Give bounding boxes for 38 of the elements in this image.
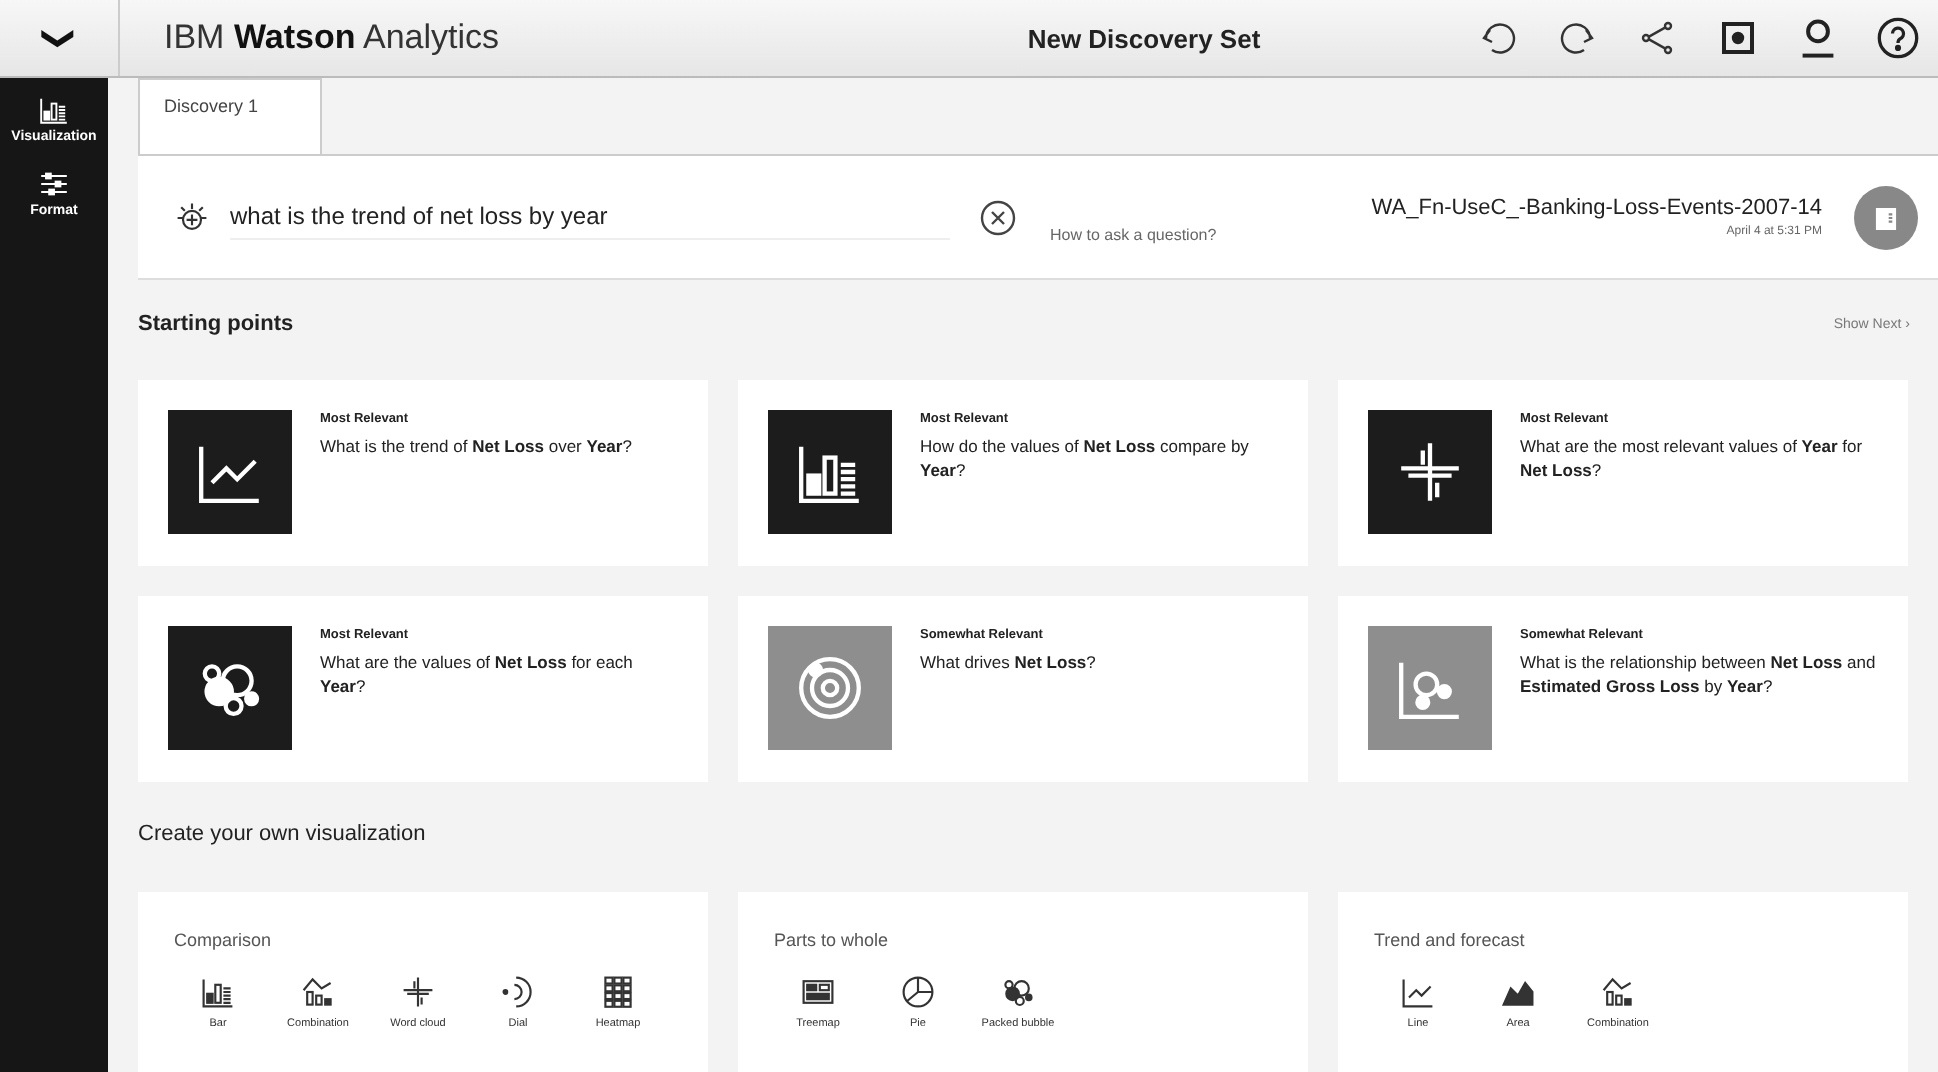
camera-icon xyxy=(1718,18,1758,58)
heatmap-chart-icon xyxy=(600,974,636,1010)
tab[interactable]: Discovery 1 xyxy=(138,78,322,155)
undo-icon xyxy=(1478,18,1518,58)
question-text: What are the values of Net Loss for each Year? xyxy=(320,650,635,700)
combo-chart-icon xyxy=(300,974,336,1010)
bubble-chart-icon xyxy=(1000,974,1036,1010)
dataset-button[interactable] xyxy=(1854,185,1918,250)
group-title: Trend and forecast xyxy=(1374,930,1527,950)
close-icon xyxy=(978,197,1018,238)
share-icon xyxy=(1638,18,1678,58)
dial-chart-icon xyxy=(500,974,536,1010)
treemap-chart-icon xyxy=(800,974,836,1010)
line-chart-icon xyxy=(1400,974,1436,1010)
combo-chart-icon xyxy=(1600,974,1636,1010)
question-text: What is the relationship between Net Loss and Estimated Gross Loss by Year? xyxy=(1520,650,1878,700)
question-field[interactable]: what is the trend of net loss by year xyxy=(230,194,950,241)
dataset-name: WA_Fn-UseC_-Banking-Loss-Events-2007-14 xyxy=(1371,196,1822,221)
sliders-icon xyxy=(37,168,70,200)
redo-icon xyxy=(1558,18,1598,58)
question-text: How do the values of Net Loss compare by Year? xyxy=(920,434,1251,484)
help-icon xyxy=(1876,16,1920,60)
question-text: What drives Net Loss? xyxy=(920,650,1096,675)
question-text: What are the most relevant values of Year for Net Loss? xyxy=(1520,434,1865,484)
section-title: Starting points xyxy=(138,312,294,336)
group-title: Parts to whole xyxy=(774,930,891,950)
pie-chart-icon xyxy=(900,974,936,1010)
menu-button[interactable]: ❯ xyxy=(0,0,120,76)
section-title: Create your own visualization xyxy=(138,822,428,846)
group-title: Comparison xyxy=(174,930,274,950)
bar-chart-icon xyxy=(200,974,236,1010)
help-button[interactable] xyxy=(1874,14,1922,62)
help-link[interactable]: How to ask a question? xyxy=(1050,226,1217,245)
spiral-chart-icon xyxy=(794,652,866,724)
bar-chart-icon xyxy=(38,94,70,126)
question-text: What is the trend of Net Loss over Year? xyxy=(320,434,632,459)
window-title: New Discovery Set xyxy=(1025,23,1263,53)
brand-name: IBM Watson Analytics xyxy=(164,18,502,58)
